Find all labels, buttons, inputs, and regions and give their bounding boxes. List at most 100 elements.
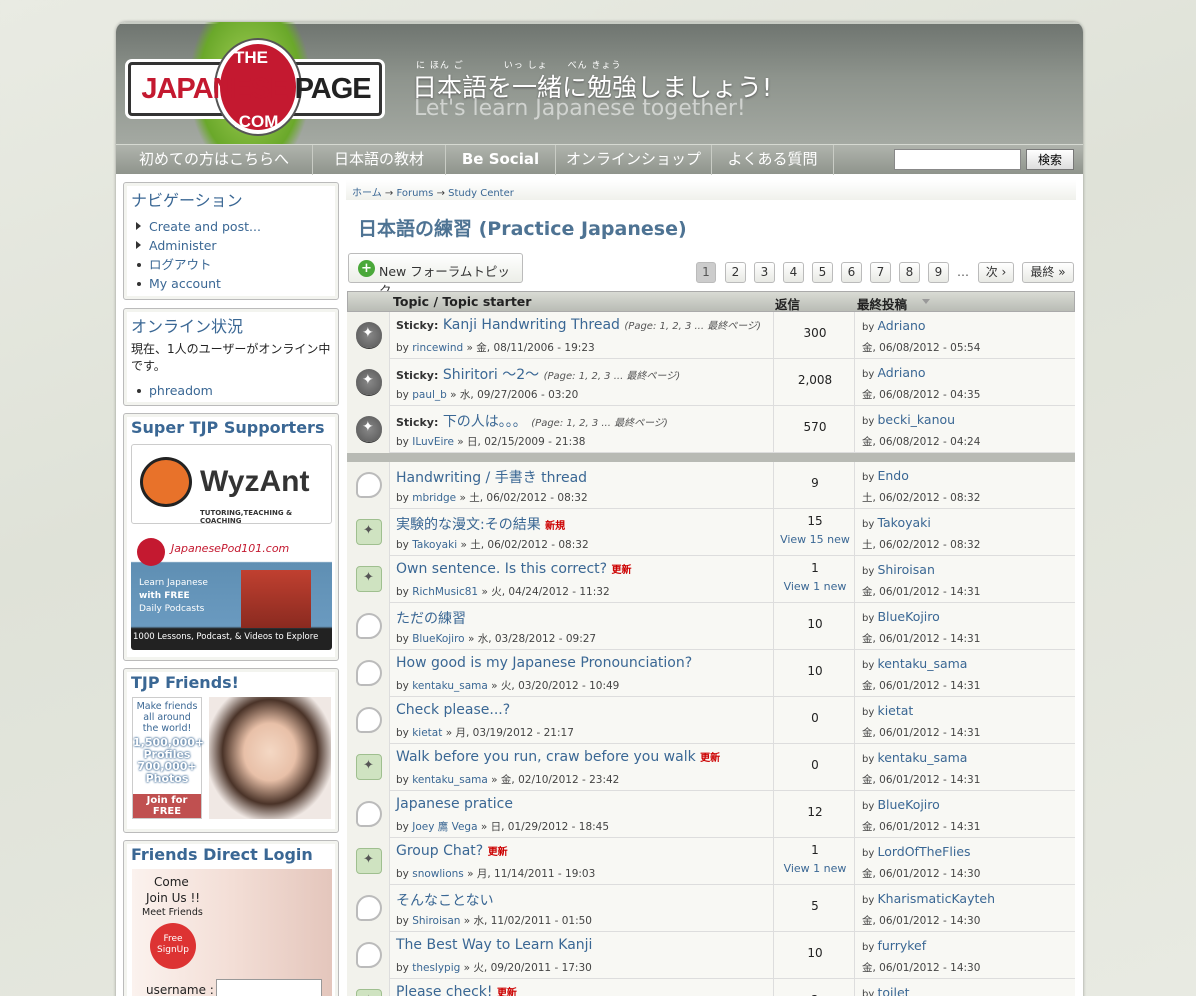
- starter-link[interactable]: BlueKojiro: [412, 633, 464, 645]
- site-logo[interactable]: THE JAPANESE PAGE .COM: [128, 40, 384, 134]
- new-topic-button[interactable]: + New フォーラムトピック: [348, 253, 523, 298]
- topic-link[interactable]: 実験的な漫文:その結果: [396, 517, 541, 533]
- starter-link[interactable]: mbridge: [412, 492, 456, 504]
- nav-item-be-social[interactable]: Be Social: [446, 145, 556, 175]
- direct-username-input[interactable]: [216, 979, 322, 996]
- pager-page-6[interactable]: 6: [841, 262, 862, 283]
- view-new-link[interactable]: View 15 new: [774, 533, 856, 546]
- starter-link[interactable]: Joey 鷹 Vega: [412, 821, 477, 833]
- topic-link[interactable]: How good is my Japanese Pronounciation?: [396, 655, 692, 671]
- japanesepod-ad[interactable]: JapanesePod101.com Learn Japanese with F…: [131, 532, 332, 650]
- topic-link[interactable]: Please check!: [396, 984, 492, 996]
- starter-link[interactable]: Takoyaki: [412, 539, 457, 551]
- topic-icon: [356, 660, 382, 686]
- topic-link[interactable]: The Best Way to Learn Kanji: [396, 937, 592, 953]
- logo-name-a: JAPANESE: [141, 73, 288, 105]
- friends-join-button[interactable]: Join for FREE: [133, 794, 201, 818]
- starter-link[interactable]: kentaku_sama: [412, 680, 488, 692]
- nav-item-faq[interactable]: よくある質問: [712, 145, 834, 175]
- pager-page-1[interactable]: 1: [696, 262, 716, 283]
- starter-link[interactable]: ILuvEire: [412, 436, 454, 448]
- last-author-link[interactable]: Takoyaki: [877, 515, 930, 530]
- wyzant-ad[interactable]: WyzAnt TUTORING,TEACHING & COACHING: [131, 444, 332, 525]
- topic-link[interactable]: Walk before you run, craw before you wal…: [396, 749, 696, 765]
- online-user[interactable]: phreadom: [149, 383, 213, 398]
- starter-link[interactable]: kietat: [412, 727, 442, 739]
- nav-administer[interactable]: Administer: [149, 238, 217, 253]
- last-author-link[interactable]: becki_kanou: [877, 412, 955, 427]
- pager-page-5[interactable]: 5: [812, 262, 833, 283]
- topic-link[interactable]: Japanese pratice: [396, 796, 513, 812]
- topic-link[interactable]: Handwriting / 手書き thread: [396, 470, 587, 486]
- topic-link[interactable]: Group Chat?: [396, 843, 483, 859]
- breadcrumb-forums[interactable]: Forums: [396, 188, 433, 199]
- topic-link[interactable]: Kanji Handwriting Thread: [443, 317, 620, 333]
- last-author-link[interactable]: toilet: [877, 985, 909, 996]
- starter-link[interactable]: kentaku_sama: [412, 774, 488, 786]
- pager-last[interactable]: 最終 »: [1022, 262, 1074, 283]
- topic-icon-cell: [347, 312, 390, 359]
- direct-signup-badge[interactable]: Free SignUp: [150, 923, 196, 969]
- last-author-link[interactable]: KharismaticKayteh: [877, 891, 995, 906]
- topic-pages[interactable]: (Page: 1, 2, 3 ... 最終ページ): [531, 418, 668, 429]
- topic-title-line: Japanese pratice: [396, 796, 513, 812]
- nav-create-post[interactable]: Create and post...: [149, 219, 261, 234]
- topic-pages[interactable]: (Page: 1, 2, 3 ... 最終ページ): [544, 371, 681, 382]
- starter-link[interactable]: paul_b: [412, 389, 447, 401]
- pager-page-7[interactable]: 7: [870, 262, 891, 283]
- friends-ad[interactable]: Make friends all around the world! 1,500…: [132, 697, 204, 819]
- topic-link[interactable]: ただの練習: [396, 611, 466, 627]
- last-author-link[interactable]: LordOfTheFlies: [877, 844, 970, 859]
- nav-item-beginners[interactable]: 初めての方はこちらへ: [116, 145, 313, 175]
- starter-link[interactable]: snowlions: [412, 868, 464, 880]
- pager-page-2[interactable]: 2: [725, 262, 746, 283]
- replies-cell: 0: [773, 697, 855, 744]
- last-post-date: 金, 06/08/2012 - 04:35: [862, 389, 981, 401]
- header-last-post[interactable]: 最終投稿: [857, 294, 907, 313]
- header-topic[interactable]: Topic / Topic starter: [393, 294, 531, 309]
- last-author-link[interactable]: kentaku_sama: [877, 750, 967, 765]
- topic-link[interactable]: Check please...?: [396, 702, 510, 718]
- last-author-link[interactable]: Endo: [877, 468, 908, 483]
- topic-link[interactable]: Own sentence. Is this correct?: [396, 561, 607, 577]
- starter-link[interactable]: rincewind: [412, 342, 463, 354]
- last-author-link[interactable]: Adriano: [877, 318, 925, 333]
- topic-icon-cell: [347, 697, 390, 744]
- new-posts-icon: [356, 566, 382, 592]
- last-author-link[interactable]: BlueKojiro: [877, 609, 939, 624]
- pager-page-9[interactable]: 9: [928, 262, 949, 283]
- topic-link[interactable]: Shiritori 〜2〜: [443, 367, 539, 383]
- starter-link[interactable]: Shiroisan: [412, 915, 460, 927]
- topic-link[interactable]: そんなことない: [396, 893, 494, 909]
- search-button[interactable]: 検索: [1026, 149, 1074, 170]
- last-author-link[interactable]: BlueKojiro: [877, 797, 939, 812]
- nav-my-account[interactable]: My account: [149, 276, 221, 291]
- topic-pages[interactable]: (Page: 1, 2, 3 ... 最終ページ): [624, 321, 761, 332]
- pager-page-4[interactable]: 4: [783, 262, 804, 283]
- search-input[interactable]: [894, 149, 1021, 170]
- starter-link[interactable]: RichMusic81: [412, 586, 478, 598]
- nav-item-shop[interactable]: オンラインショップ: [556, 145, 712, 175]
- last-author-link[interactable]: Adriano: [877, 365, 925, 380]
- supporters-block: Super TJP Supporters WyzAnt TUTORING,TEA…: [123, 413, 339, 661]
- pager-page-8[interactable]: 8: [899, 262, 920, 283]
- replies-cell: 2: [773, 979, 855, 996]
- breadcrumb-home[interactable]: ホーム: [352, 188, 382, 199]
- view-new-link[interactable]: View 1 new: [774, 862, 856, 875]
- pager-page-3[interactable]: 3: [754, 262, 775, 283]
- topic-link[interactable]: 下の人は。。。: [443, 414, 527, 430]
- last-author-link[interactable]: kietat: [877, 703, 913, 718]
- last-author-link[interactable]: Shiroisan: [877, 562, 934, 577]
- replies-cell: 0: [773, 744, 855, 791]
- view-new-link[interactable]: View 1 new: [774, 580, 856, 593]
- breadcrumb-study-center[interactable]: Study Center: [448, 188, 514, 199]
- last-author-link[interactable]: kentaku_sama: [877, 656, 967, 671]
- pager-next[interactable]: 次 ›: [978, 262, 1014, 283]
- header-replies[interactable]: 返信: [775, 294, 800, 313]
- nav-item-materials[interactable]: 日本語の教材: [313, 145, 446, 175]
- last-by-label: by: [862, 895, 878, 906]
- starter-link[interactable]: theslypig: [412, 962, 460, 974]
- last-by-label: by: [862, 754, 878, 765]
- nav-logout[interactable]: ログアウト: [149, 257, 212, 272]
- last-author-link[interactable]: furrykef: [877, 938, 926, 953]
